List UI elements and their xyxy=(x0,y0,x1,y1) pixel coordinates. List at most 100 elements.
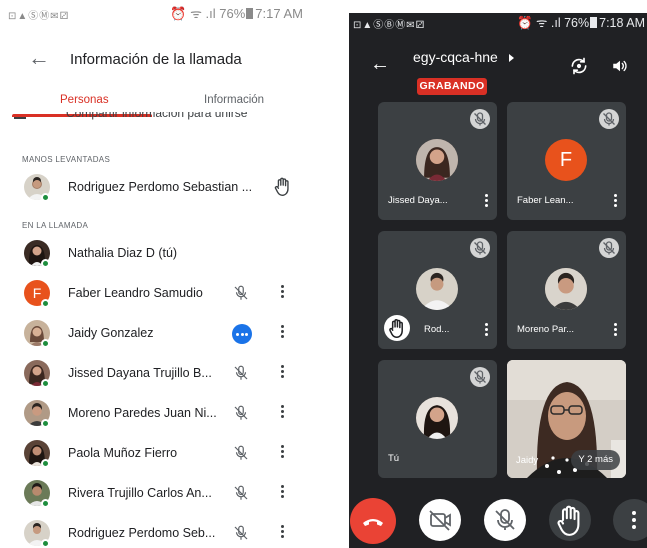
call-info-screen: ⊡▲ⓈⓂ✉⚂ ⏰ ᯤ .ıl 76% 7:17 AM ← Información … xyxy=(0,0,311,548)
end-call-button[interactable] xyxy=(350,498,396,544)
mic-off-icon xyxy=(234,365,248,380)
participant-row[interactable]: Rivera Trujillo Carlos An... xyxy=(0,476,311,516)
tile-name: Moreno Par... xyxy=(517,324,575,335)
recording-badge: GRABANDO xyxy=(417,78,487,95)
back-arrow-icon[interactable]: ← xyxy=(28,46,50,70)
mic-off-icon xyxy=(599,109,619,129)
more-options-icon[interactable] xyxy=(276,403,288,423)
mic-off-icon xyxy=(470,109,490,129)
participant-name: Rodriguez Perdomo Seb... xyxy=(68,526,216,540)
more-options-icon[interactable] xyxy=(276,443,288,463)
speaker-icon[interactable] xyxy=(611,57,629,75)
online-indicator xyxy=(41,339,50,348)
avatar xyxy=(545,268,587,310)
avatar xyxy=(416,268,458,310)
battery-icon xyxy=(590,17,598,28)
participant-name: Moreno Paredes Juan Ni... xyxy=(68,406,217,420)
back-arrow-icon[interactable]: ← xyxy=(370,53,390,75)
clock: 7:17 AM xyxy=(255,6,303,21)
status-bar: ⊡▲ⓈⓂ✉⚂ ⏰ ᯤ .ıl 76% 7:17 AM xyxy=(0,0,311,24)
mic-off-icon xyxy=(234,485,248,500)
mic-toggle-button[interactable] xyxy=(484,499,526,541)
status-indicators: ⏰ ᯤ .ıl 76% xyxy=(516,16,590,30)
more-options-icon[interactable] xyxy=(612,321,618,339)
chevron-right-icon[interactable] xyxy=(509,54,514,62)
call-video-screen: ⊡▲ⓈⒷⓂ✉⚂ ⏰ ᯤ .ıl 76% 7:18 AM ← egy-cqca-hn… xyxy=(349,13,647,548)
participant-row[interactable]: Rodriguez Perdomo Seb... xyxy=(0,516,311,548)
participant-tile[interactable]: F Faber Lean... xyxy=(507,102,626,220)
mic-off-icon xyxy=(495,509,515,530)
avatar xyxy=(416,139,458,181)
participant-row[interactable]: Nathalia Diaz D (tú) xyxy=(0,236,311,276)
participant-row[interactable]: Rodriguez Perdomo Sebastian ... xyxy=(0,170,311,210)
mic-off-icon xyxy=(470,367,490,387)
section-heading-in-call: EN LA LLAMADA xyxy=(22,221,89,230)
battery-icon xyxy=(246,8,254,19)
more-options-button[interactable] xyxy=(613,499,647,541)
raise-hand-button[interactable] xyxy=(549,499,591,541)
tile-name: Jaidy xyxy=(516,455,539,466)
participant-row[interactable]: F Faber Leandro Samudio xyxy=(0,276,311,316)
tile-name: Tú xyxy=(388,453,400,464)
page-title: Información de la llamada xyxy=(70,51,242,68)
online-indicator xyxy=(41,499,50,508)
participant-name: Nathalia Diaz D (tú) xyxy=(68,246,178,260)
more-options-icon[interactable] xyxy=(276,523,288,543)
participant-tile[interactable]: Rod... xyxy=(378,231,497,349)
tab-informacion[interactable]: Información xyxy=(204,94,264,106)
self-tile[interactable]: Tú xyxy=(378,360,497,478)
participant-row[interactable]: Paola Muñoz Fierro xyxy=(0,436,311,476)
raised-hand-icon[interactable] xyxy=(272,176,294,198)
tile-name: Rod... xyxy=(424,324,450,335)
tab-personas[interactable]: Personas xyxy=(60,94,109,106)
avatar xyxy=(416,397,458,439)
more-options-icon[interactable] xyxy=(276,483,288,503)
mic-off-icon xyxy=(234,525,248,540)
more-participants-chip[interactable]: Y 2 más xyxy=(571,450,620,470)
mic-off-icon xyxy=(234,285,248,300)
camera-off-button[interactable] xyxy=(419,499,461,541)
tile-name: Jissed Daya... xyxy=(388,195,448,206)
status-bar: ⊡▲ⓈⒷⓂ✉⚂ ⏰ ᯤ .ıl 76% 7:18 AM xyxy=(349,13,647,31)
online-indicator xyxy=(41,419,50,428)
participant-tile[interactable]: Moreno Par... xyxy=(507,231,626,349)
share-info-row[interactable]: Compartir información para unirse xyxy=(20,112,290,124)
clock: 7:18 AM xyxy=(599,16,645,30)
switch-camera-icon[interactable] xyxy=(569,56,589,76)
online-indicator xyxy=(41,193,50,202)
share-info-label: Compartir información para unirse xyxy=(66,112,248,120)
more-options-icon[interactable] xyxy=(276,363,288,383)
section-heading-raised-hands: MANOS LEVANTADAS xyxy=(22,155,111,164)
online-indicator xyxy=(41,259,50,268)
notification-icons: ⊡▲ⓈⒷⓂ✉⚂ xyxy=(353,20,426,31)
more-options-icon[interactable] xyxy=(612,192,618,210)
online-indicator xyxy=(41,299,50,308)
speaking-indicator-icon xyxy=(232,324,252,344)
participant-name: Faber Leandro Samudio xyxy=(68,286,203,300)
participant-row[interactable]: Jaidy Gonzalez xyxy=(0,316,311,356)
raised-hand-icon xyxy=(557,505,580,536)
online-indicator xyxy=(41,459,50,468)
more-options-icon[interactable] xyxy=(276,283,288,303)
notification-icons: ⊡▲ⓈⓂ✉⚂ xyxy=(8,11,70,22)
more-vert-icon xyxy=(632,511,636,529)
participant-name: Paola Muñoz Fierro xyxy=(68,446,178,460)
meeting-code[interactable]: egy-cqca-hne xyxy=(413,49,498,65)
more-options-icon[interactable] xyxy=(483,192,489,210)
active-speaker-tile[interactable]: Jaidy Y 2 más xyxy=(507,360,626,478)
participant-row[interactable]: Moreno Paredes Juan Ni... xyxy=(0,396,311,436)
raised-hand-icon xyxy=(384,315,410,341)
participant-name: Rivera Trujillo Carlos An... xyxy=(68,486,212,500)
video-off-icon xyxy=(429,510,451,531)
participant-name: Jissed Dayana Trujillo B... xyxy=(68,366,212,380)
online-indicator xyxy=(41,379,50,388)
participant-name: Rodriguez Perdomo Sebastian ... xyxy=(68,180,253,194)
hang-up-icon xyxy=(363,519,383,526)
mic-off-icon xyxy=(470,238,490,258)
participant-tile[interactable]: Jissed Daya... xyxy=(378,102,497,220)
participant-name: Jaidy Gonzalez xyxy=(68,326,154,340)
participant-row[interactable]: Jissed Dayana Trujillo B... xyxy=(0,356,311,396)
more-options-icon[interactable] xyxy=(483,321,489,339)
more-options-icon[interactable] xyxy=(276,323,288,343)
online-indicator xyxy=(41,539,50,548)
